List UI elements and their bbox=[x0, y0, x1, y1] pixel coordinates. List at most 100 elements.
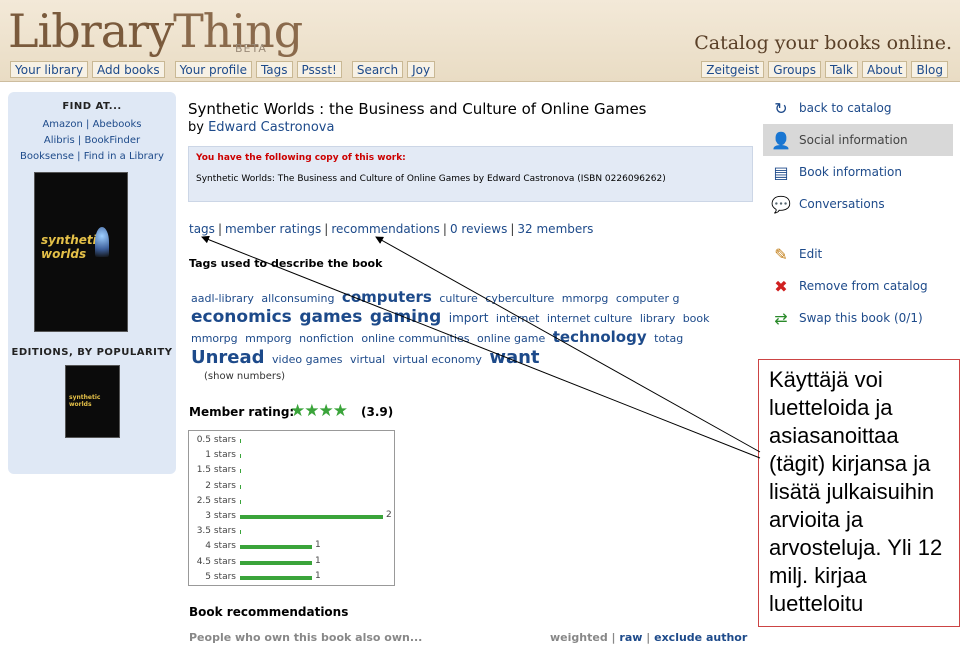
tag-link[interactable]: computer g bbox=[616, 292, 680, 305]
tag-link[interactable]: mmorpg bbox=[191, 332, 238, 345]
book-main: Synthetic Worlds : the Business and Cult… bbox=[188, 100, 758, 135]
nav-label: Swap this book (0/1) bbox=[799, 311, 923, 325]
histogram-row: 0.5 stars bbox=[189, 433, 394, 448]
tag-link[interactable]: allconsuming bbox=[261, 292, 334, 305]
tab-groups[interactable]: Groups bbox=[768, 61, 821, 78]
tag-link[interactable]: mmorpg bbox=[562, 292, 609, 305]
histogram-row: 5 stars 1 bbox=[189, 570, 394, 585]
section-link-0-reviews[interactable]: 0 reviews bbox=[450, 222, 507, 236]
tag-link[interactable]: library bbox=[640, 312, 675, 325]
tags-heading: Tags used to describe the book bbox=[189, 257, 383, 270]
nav-book-information[interactable]: ▤ Book information bbox=[763, 156, 953, 188]
tag-link[interactable]: import bbox=[449, 311, 489, 325]
tag-link[interactable]: want bbox=[489, 347, 539, 368]
histogram-label: 4 stars bbox=[205, 541, 236, 552]
edition-cover-thumbnail[interactable]: synthetic worlds bbox=[65, 365, 120, 438]
tab-blog[interactable]: Blog bbox=[911, 61, 948, 78]
section-link-tags[interactable]: tags bbox=[189, 222, 215, 236]
nav-social-information[interactable]: 👤 Social information bbox=[763, 124, 953, 156]
author-link[interactable]: Edward Castronova bbox=[208, 120, 334, 135]
histogram-row: 4.5 stars 1 bbox=[189, 555, 394, 570]
tag-link[interactable]: totag bbox=[654, 332, 683, 345]
raw-option[interactable]: raw bbox=[619, 631, 642, 644]
cover-title-text: synthetic worlds bbox=[41, 233, 104, 261]
tag-link[interactable]: book bbox=[683, 312, 710, 325]
tag-link[interactable]: aadl-library bbox=[191, 292, 254, 305]
tag-link[interactable]: Unread bbox=[191, 347, 265, 368]
speech-bubble-icon: 💬 bbox=[771, 194, 791, 214]
tab-zeitgeist[interactable]: Zeitgeist bbox=[701, 61, 765, 78]
tag-link[interactable]: video games bbox=[272, 353, 342, 366]
weighted-option[interactable]: weighted bbox=[550, 631, 608, 644]
nav-edit[interactable]: ✎ Edit bbox=[763, 238, 953, 270]
section-link-recommendations[interactable]: recommendations bbox=[331, 222, 440, 236]
recommendations-heading: Book recommendations bbox=[189, 605, 349, 619]
show-numbers-link[interactable]: (show numbers) bbox=[204, 371, 285, 382]
section-link-member-ratings[interactable]: member ratings bbox=[225, 222, 321, 236]
histogram-row: 1.5 stars bbox=[189, 463, 394, 478]
histogram-bar bbox=[240, 439, 241, 443]
store-links-row-1[interactable]: Amazon | Abebooks bbox=[8, 117, 176, 133]
your-copy-text: Synthetic Worlds: The Business and Cultu… bbox=[196, 174, 666, 184]
tag-link[interactable]: online communities bbox=[361, 332, 469, 345]
nav-label: back to catalog bbox=[799, 101, 892, 115]
tab-search[interactable]: Search bbox=[351, 61, 404, 78]
histogram-bar bbox=[240, 575, 312, 580]
histogram-row: 2 stars bbox=[189, 479, 394, 494]
histogram-row: 3 stars 2 bbox=[189, 509, 394, 524]
tab-pssst[interactable]: Pssst! bbox=[296, 61, 342, 78]
tag-link[interactable]: internet bbox=[496, 312, 540, 325]
tag-link[interactable]: games bbox=[299, 307, 362, 327]
histogram-label: 5 stars bbox=[205, 571, 236, 582]
nav-label: Social information bbox=[799, 133, 908, 147]
nav-swap-this-book-0-1[interactable]: ⇄ Swap this book (0/1) bbox=[763, 302, 953, 334]
tag-link[interactable]: cyberculture bbox=[485, 292, 554, 305]
tag-link[interactable]: online game bbox=[477, 332, 545, 345]
histogram-row: 1 stars bbox=[189, 448, 394, 463]
your-copy-box: You have the following copy of this work… bbox=[188, 146, 753, 202]
tag-link[interactable]: technology bbox=[553, 328, 647, 346]
book-actions-nav: ↻ back to catalog 👤 Social information ▤ Book… bbox=[763, 92, 953, 334]
histogram-row: 4 stars 1 bbox=[189, 539, 394, 554]
tab-about[interactable]: About bbox=[861, 61, 908, 78]
exclude-author-option[interactable]: exclude author bbox=[654, 631, 747, 644]
beta-label: BETA bbox=[235, 42, 267, 55]
tab-joy[interactable]: Joy bbox=[407, 61, 436, 78]
histogram-count: 2 bbox=[386, 510, 392, 520]
tag-link[interactable]: virtual economy bbox=[393, 353, 482, 366]
tab-talk[interactable]: Talk bbox=[825, 61, 858, 78]
tag-link[interactable]: virtual bbox=[350, 353, 385, 366]
histogram-bar bbox=[240, 560, 312, 565]
section-link-32-members[interactable]: 32 members bbox=[517, 222, 593, 236]
tag-link[interactable]: nonfiction bbox=[299, 332, 354, 345]
tag-link[interactable]: mmporg bbox=[245, 332, 291, 345]
histogram-count: 1 bbox=[315, 555, 321, 566]
tag-cloud: aadl-library allconsuming computers cult… bbox=[191, 288, 736, 369]
tag-link[interactable]: economics bbox=[191, 307, 292, 327]
separator: | bbox=[442, 222, 447, 236]
histogram-bar bbox=[240, 499, 241, 504]
book-cover-image[interactable]: synthetic worlds bbox=[34, 172, 128, 332]
histogram-count: 1 bbox=[315, 570, 321, 581]
histogram-label: 3.5 stars bbox=[196, 526, 236, 537]
tag-link[interactable]: gaming bbox=[370, 307, 441, 327]
store-links-row-2[interactable]: Alibris | BookFinder bbox=[8, 133, 176, 149]
tab-your-library[interactable]: Your library bbox=[10, 61, 89, 78]
store-links-row-3[interactable]: Booksense | Find in a Library bbox=[8, 149, 176, 165]
tab-your-profile[interactable]: Your profile bbox=[174, 61, 252, 78]
histogram-bar bbox=[240, 530, 241, 535]
histogram-label: 4.5 stars bbox=[196, 556, 236, 567]
tab-add-books[interactable]: Add books bbox=[92, 61, 165, 78]
tag-link[interactable]: culture bbox=[439, 292, 477, 305]
histogram-label: 0.5 stars bbox=[196, 435, 236, 445]
book-title: Synthetic Worlds : the Business and Cult… bbox=[188, 100, 647, 118]
nav-remove-from-catalog[interactable]: ✖ Remove from catalog bbox=[763, 270, 953, 302]
tag-link[interactable]: computers bbox=[342, 288, 432, 306]
find-at-links: Amazon | Abebooks Alibris | BookFinder B… bbox=[8, 117, 176, 165]
nav-conversations[interactable]: 💬 Conversations bbox=[763, 188, 953, 220]
nav-back-to-catalog[interactable]: ↻ back to catalog bbox=[763, 92, 953, 124]
tag-link[interactable]: internet culture bbox=[547, 312, 632, 325]
by-label: by bbox=[188, 120, 204, 135]
tab-tags[interactable]: Tags bbox=[255, 61, 293, 78]
